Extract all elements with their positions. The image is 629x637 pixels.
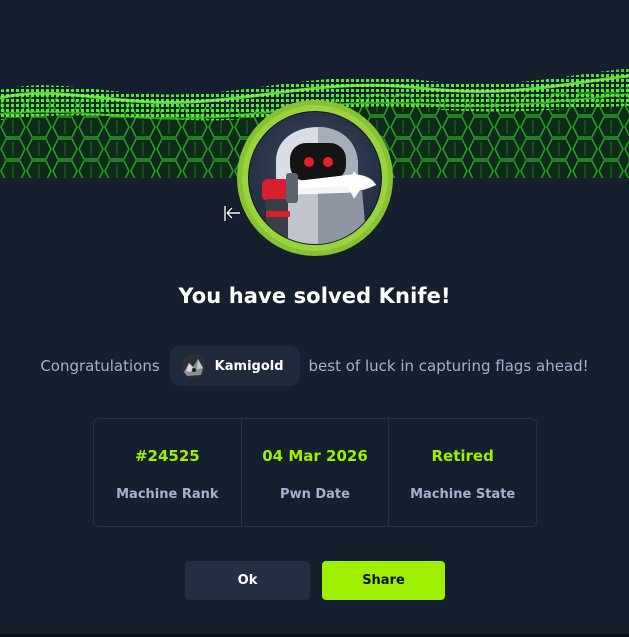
user-name: Kamigold [214, 358, 284, 374]
stat-label: Machine Rank [116, 487, 219, 502]
stat-value: #24525 [134, 447, 200, 465]
stat-label: Machine State [410, 487, 516, 502]
stats-panel: #24525 Machine Rank 04 Mar 2026 Pwn Date… [93, 418, 537, 527]
stat-value: 04 Mar 2026 [262, 447, 368, 465]
user-avatar-icon [180, 353, 206, 379]
machine-avatar [236, 99, 394, 257]
congrats-message: Congratulations Kamigold best of luck in… [0, 346, 629, 386]
ok-button[interactable]: Ok [185, 561, 310, 600]
user-chip[interactable]: Kamigold [169, 346, 300, 386]
share-button[interactable]: Share [322, 561, 445, 600]
mouse-cursor-icon [223, 205, 244, 223]
stat-machine-state: Retired Machine State [389, 419, 536, 526]
solved-dialog: You have solved Knife! Congratulations K… [0, 0, 629, 637]
stat-machine-rank: #24525 Machine Rank [94, 419, 242, 526]
stat-label: Pwn Date [280, 487, 350, 502]
stat-value: Retired [431, 447, 494, 465]
congrats-prefix: Congratulations [40, 357, 160, 375]
dialog-title: You have solved Knife! [178, 284, 451, 308]
congrats-suffix: best of luck in capturing flags ahead! [308, 357, 589, 375]
stat-pwn-date: 04 Mar 2026 Pwn Date [242, 419, 390, 526]
